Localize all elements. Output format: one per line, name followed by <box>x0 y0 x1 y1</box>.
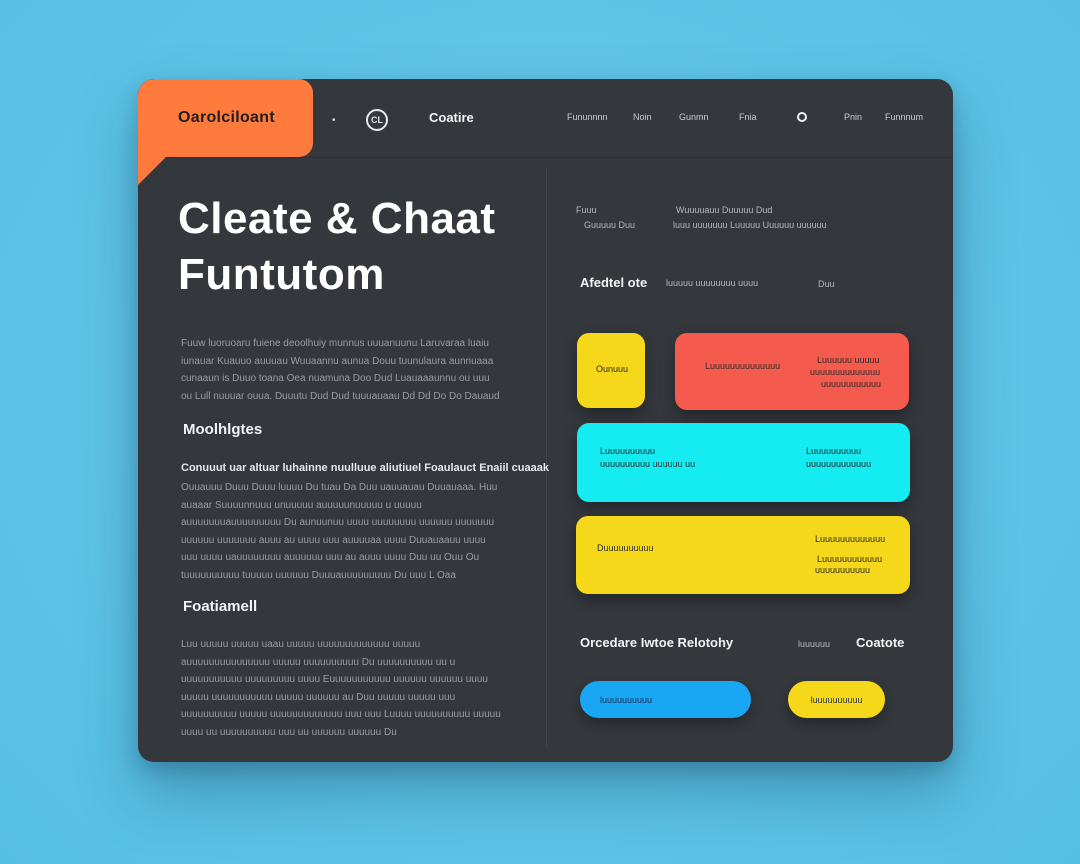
meta-label-d: luuu uuuuuuu Luuuuu Uuuuuu uuuuuu <box>673 220 827 230</box>
primary-button-label: luuuuuuuuuu <box>600 694 653 705</box>
hero-line-2: Funtutom <box>178 250 385 299</box>
page-title: Coatire <box>429 110 474 125</box>
footer-action[interactable]: Coatote <box>856 635 904 650</box>
dot-icon: • <box>332 115 336 126</box>
tile-red-label: Luuuuuuuuuuuuuu <box>705 361 781 371</box>
search-icon[interactable] <box>797 112 807 122</box>
meta-label-b: Wuuuuauu Duuuuu Dud <box>676 205 773 215</box>
nav-item-6[interactable]: Funnnum <box>885 112 923 122</box>
secondary-button[interactable]: luuuuuuuuuu <box>788 681 885 718</box>
tile-label: Ounuuu <box>596 364 629 374</box>
brand-tab-tail <box>138 157 166 185</box>
section-heading-highlights: Moolhlgtes <box>183 421 263 438</box>
nav-item-2[interactable]: Noin <box>633 112 652 122</box>
tile-red-line-1: Luuuuuu uuuuu <box>817 355 880 365</box>
footer-paragraph: Luu uuuuu uuuuu uaau uuuuu uuuuuuuuuuuuu… <box>181 639 501 738</box>
tile-yellow-wide[interactable]: Duuuuuuuuuu Luuuuuuuuuuuu Luuuuuuuuuuuuu… <box>576 516 910 594</box>
primary-button[interactable]: luuuuuuuuuu <box>580 681 751 718</box>
tile-yellow-label: Duuuuuuuuuu <box>597 543 654 553</box>
tile-cyan[interactable]: Luuuuuuuuuu uuuuuuuuuu uuuuuu uu Luuuuuu… <box>577 423 910 502</box>
hero-title: Cleate & Chaat Funtutom <box>178 191 496 303</box>
footer-meta: luuuuuu <box>798 639 831 649</box>
tile-cyan-right-1: Luuuuuuuuuu <box>806 446 862 456</box>
secondary-button-label: luuuuuuuuuu <box>810 694 863 705</box>
brand-name: Oarolciloant <box>178 109 275 126</box>
tile-red-line-3: uuuuuuuuuuuu <box>821 379 882 389</box>
subheading-meta: luuuuu uuuuuuuu uuuu <box>666 278 759 288</box>
nav-item-3[interactable]: Gunmn <box>679 112 709 122</box>
subheading-right: Duu <box>818 279 835 289</box>
hero-line-1: Cleate & Chaat <box>178 194 496 243</box>
tile-red-line-2: uuuuuuuuuuuuuu <box>810 367 881 377</box>
intro-paragraph: Fuuw luoruoaru fuiene deoolhuiy munnus u… <box>181 338 500 402</box>
nav-item-1[interactable]: Fununnnn <box>567 112 608 122</box>
meta-label-c: Guuuuu Duu <box>584 220 636 230</box>
column-divider <box>546 167 547 747</box>
body-paragraph: Ouuauuu Duuu Duuu luuuu Du tuau Da Duu u… <box>181 482 498 581</box>
section-subheading: Afedtel ote <box>580 275 648 290</box>
tile-cyan-line-2: uuuuuuuuuu uuuuuu uu <box>600 459 696 469</box>
footer-heading: Orcedare Iwtoe Relotohy <box>580 635 734 650</box>
lead-sentence: Conuuut uar altuar luhainne nuulluue ali… <box>181 462 549 474</box>
tile-yellow-line-2: Luuuuuuuuuuuuu <box>815 534 886 544</box>
nav-item-5[interactable]: Pnin <box>844 112 862 122</box>
nav-item-4[interactable]: Fnia <box>739 112 757 122</box>
brand-logo[interactable]: Oarolciloant <box>138 79 313 157</box>
tile-yellow-small[interactable]: Ounuuu <box>577 333 645 408</box>
logo-icon[interactable]: CL <box>366 109 388 131</box>
tile-yellow-line-3: uuuuuuuuuuu <box>815 565 871 575</box>
meta-label-a: Fuuu <box>576 205 597 215</box>
tile-cyan-line-1: Luuuuuuuuuu <box>600 446 656 456</box>
tile-cyan-right-2: uuuuuuuuuuuuu <box>806 459 872 469</box>
tile-red[interactable]: Luuuuuuuuuuuuuu Luuuuuu uuuuu uuuuuuuuuu… <box>675 333 909 410</box>
app-window: • CL Coatire Fununnnn Noin Gunmn Fnia Pn… <box>138 79 953 762</box>
section-heading-features: Foatiamell <box>183 598 258 615</box>
tile-yellow-line-1: Luuuuuuuuuuuu <box>817 554 883 564</box>
